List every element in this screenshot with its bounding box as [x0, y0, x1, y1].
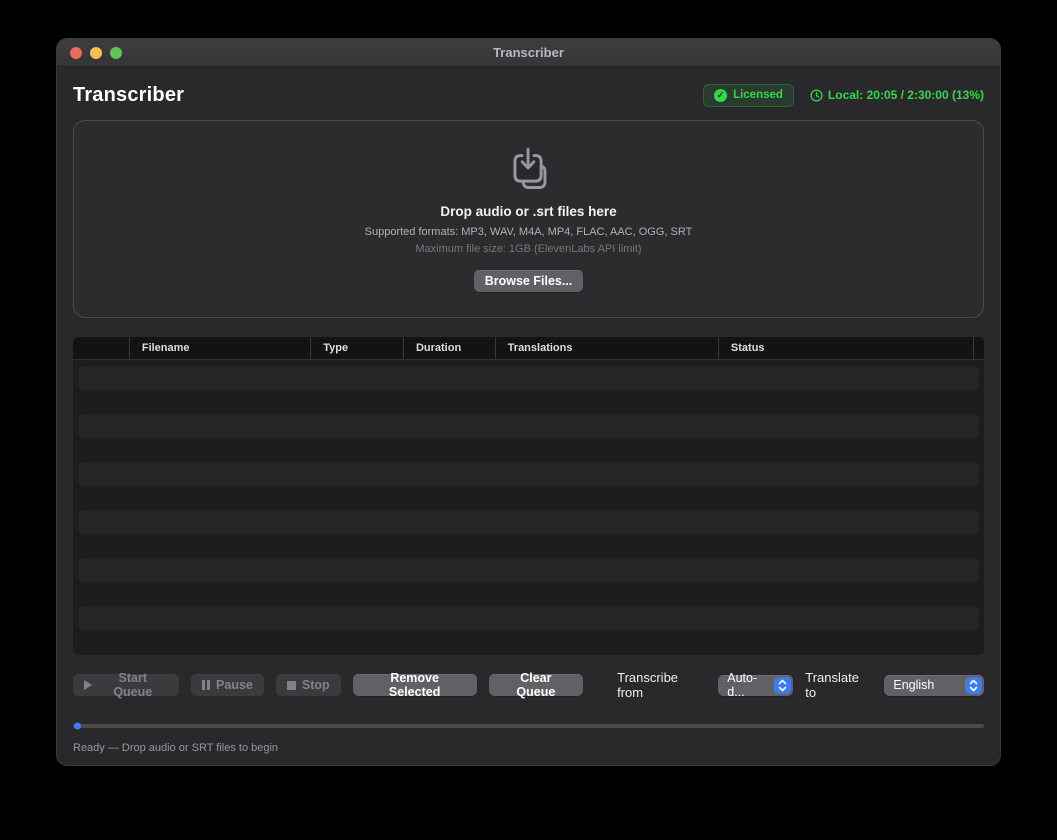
clear-queue-button[interactable]: Clear Queue — [489, 674, 584, 696]
translate-to-value: English — [893, 678, 959, 692]
column-header-spacer — [974, 337, 984, 359]
column-header-select — [73, 337, 130, 359]
app-window: Transcriber Transcriber ✓ Licensed Local… — [56, 38, 1001, 766]
start-queue-button[interactable]: Start Queue — [73, 674, 179, 696]
usage-text: Local: 20:05 / 2:30:00 (13%) — [828, 88, 984, 102]
table-row — [78, 462, 979, 486]
page-title: Transcriber — [73, 84, 184, 107]
table-row — [78, 606, 979, 630]
stop-icon — [287, 681, 296, 690]
clock-icon — [810, 89, 823, 102]
translate-to-label: Translate to — [805, 670, 872, 700]
queue-table: FilenameTypeDurationTranslationsStatus — [73, 337, 984, 655]
licensed-badge-label: Licensed — [733, 89, 783, 101]
remove-selected-button[interactable]: Remove Selected — [353, 674, 477, 696]
play-icon — [84, 680, 92, 690]
dropzone-formats: Supported formats: MP3, WAV, M4A, MP4, F… — [365, 226, 693, 238]
column-header-filename[interactable]: Filename — [130, 337, 311, 359]
queue-toolbar: Start Queue Pause Stop Remove Selected C… — [73, 670, 984, 700]
start-queue-label: Start Queue — [98, 671, 168, 699]
pause-label: Pause — [216, 678, 253, 692]
stop-label: Stop — [302, 678, 330, 692]
transcribe-from-value: Auto-d... — [727, 671, 768, 699]
window-controls — [70, 39, 122, 66]
column-header-translations[interactable]: Translations — [496, 337, 719, 359]
pause-icon — [202, 680, 211, 690]
close-button[interactable] — [70, 47, 82, 59]
file-drop-zone[interactable]: Drop audio or .srt files here Supported … — [73, 120, 984, 318]
checkmark-seal-icon: ✓ — [714, 89, 727, 102]
pause-button[interactable]: Pause — [191, 674, 264, 696]
transcribe-from-select[interactable]: Auto-d... — [718, 675, 793, 696]
stop-button[interactable]: Stop — [276, 674, 341, 696]
minimize-button[interactable] — [90, 47, 102, 59]
column-header-type[interactable]: Type — [311, 337, 404, 359]
column-header-duration[interactable]: Duration — [404, 337, 496, 359]
column-header-status[interactable]: Status — [719, 337, 974, 359]
chevron-up-down-icon — [774, 677, 791, 694]
table-row — [78, 366, 979, 390]
zoom-button[interactable] — [110, 47, 122, 59]
usage-indicator: Local: 20:05 / 2:30:00 (13%) — [810, 88, 984, 102]
translate-to-select[interactable]: English — [884, 675, 984, 696]
dropzone-max-size: Maximum file size: 1GB (ElevenLabs API l… — [415, 243, 641, 255]
licensed-badge: ✓ Licensed — [703, 84, 794, 107]
status-message: Ready — Drop audio or SRT files to begin — [73, 742, 984, 754]
dropzone-title: Drop audio or .srt files here — [440, 204, 616, 219]
browse-files-button[interactable]: Browse Files... — [474, 270, 584, 292]
table-header: FilenameTypeDurationTranslationsStatus — [73, 337, 984, 360]
download-tray-icon — [506, 146, 552, 192]
transcribe-from-label: Transcribe from — [617, 670, 706, 700]
window-title: Transcriber — [493, 45, 564, 60]
table-row — [78, 558, 979, 582]
progress-indicator — [74, 723, 81, 730]
chevron-up-down-icon — [965, 677, 982, 694]
table-row — [78, 414, 979, 438]
progress-bar — [73, 724, 984, 728]
title-bar[interactable]: Transcriber — [57, 39, 1000, 67]
table-row — [78, 510, 979, 534]
